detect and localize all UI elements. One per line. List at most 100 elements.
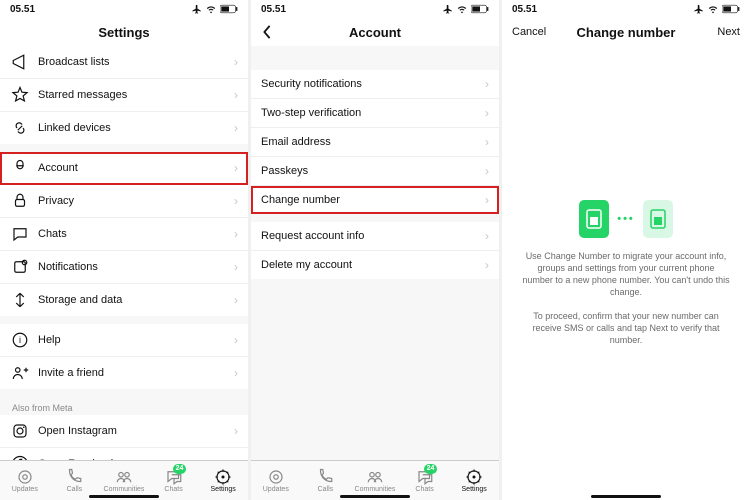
status-bar: 05.51 — [502, 0, 750, 18]
privacy-icon — [10, 192, 30, 210]
updates-tab-icon — [16, 469, 34, 485]
tab-settings[interactable]: Settings — [449, 461, 499, 500]
status-bar: 05.51 — [251, 0, 499, 18]
row-help[interactable]: i Help› — [0, 324, 248, 357]
row-requestinfo[interactable]: Request account info› — [251, 222, 499, 251]
phone-settings: 05.51 Settings Broadcast lists›Starred m… — [0, 0, 248, 500]
battery-icon — [722, 4, 740, 14]
status-time: 05.51 — [512, 4, 537, 15]
next-button[interactable]: Next — [707, 18, 750, 46]
tab-label: Communities — [355, 486, 396, 493]
row-label: Request account info — [261, 230, 485, 242]
row-instagram[interactable]: Open Instagram› — [0, 415, 248, 448]
row-twostep[interactable]: Two-step verification› — [251, 99, 499, 128]
settings-scroll[interactable]: Broadcast lists›Starred messages›Linked … — [0, 46, 248, 460]
chevron-right-icon: › — [234, 293, 238, 307]
airplane-icon — [443, 4, 453, 14]
row-label: Storage and data — [38, 294, 234, 306]
tab-label: Settings — [462, 486, 487, 493]
home-indicator — [340, 495, 410, 498]
row-changenumber[interactable]: Change number› — [251, 186, 499, 214]
communities-tab-icon — [115, 469, 133, 485]
navbar-change-number: Cancel Change number Next — [502, 18, 750, 46]
row-account[interactable]: Account› — [0, 152, 248, 185]
phone-change-number: 05.51 Cancel Change number Next ••• Use … — [502, 0, 750, 500]
help-icon: i — [10, 331, 30, 349]
settings-tab-icon — [465, 469, 483, 485]
row-label: Privacy — [38, 195, 234, 207]
svg-text:i: i — [19, 335, 21, 345]
row-label: Security notifications — [261, 78, 485, 90]
row-chats[interactable]: Chats› — [0, 218, 248, 251]
status-indicators — [694, 4, 740, 14]
account-scroll[interactable]: Security notifications›Two-step verifica… — [251, 46, 499, 460]
updates-tab-icon — [267, 469, 285, 485]
change-number-body: ••• Use Change Number to migrate your ac… — [502, 46, 750, 500]
chevron-right-icon: › — [485, 164, 489, 178]
chats-badge: 24 — [424, 464, 438, 474]
calls-tab-icon — [65, 469, 83, 485]
chevron-right-icon: › — [234, 333, 238, 347]
settings-tab-icon — [214, 469, 232, 485]
battery-icon — [471, 4, 489, 14]
row-label: Chats — [38, 228, 234, 240]
home-indicator — [591, 495, 661, 498]
row-facebook[interactable]: Open Facebook› — [0, 448, 248, 460]
linked-icon — [10, 119, 30, 137]
row-security[interactable]: Security notifications› — [251, 70, 499, 99]
chevron-right-icon: › — [485, 106, 489, 120]
dots-icon: ••• — [617, 213, 635, 225]
tab-label: Updates — [263, 486, 289, 493]
chats-badge: 24 — [173, 464, 187, 474]
row-delete[interactable]: Delete my account› — [251, 251, 499, 279]
row-privacy[interactable]: Privacy› — [0, 185, 248, 218]
chevron-right-icon: › — [485, 229, 489, 243]
tab-label: Calls — [318, 486, 334, 493]
page-title: Account — [349, 25, 401, 40]
row-label: Account — [38, 162, 234, 174]
tab-updates[interactable]: Updates — [0, 461, 50, 500]
chevron-left-icon — [261, 25, 273, 39]
status-time: 05.51 — [10, 4, 35, 15]
row-email[interactable]: Email address› — [251, 128, 499, 157]
back-button[interactable] — [251, 18, 283, 46]
invite-icon — [10, 364, 30, 382]
tab-bar: UpdatesCallsCommunitiesChats24Settings — [0, 460, 248, 500]
tab-label: Chats — [164, 486, 182, 493]
row-notifications[interactable]: Notifications› — [0, 251, 248, 284]
chevron-right-icon: › — [234, 161, 238, 175]
storage-icon — [10, 291, 30, 309]
airplane-icon — [694, 4, 704, 14]
home-indicator — [89, 495, 159, 498]
chevron-right-icon: › — [485, 258, 489, 272]
airplane-icon — [192, 4, 202, 14]
tab-settings[interactable]: Settings — [198, 461, 248, 500]
battery-icon — [220, 4, 238, 14]
row-broadcast[interactable]: Broadcast lists› — [0, 46, 248, 79]
status-indicators — [192, 4, 238, 14]
row-starred[interactable]: Starred messages› — [0, 79, 248, 112]
sim-old-icon — [579, 200, 609, 238]
navbar-settings: Settings — [0, 18, 248, 46]
chevron-right-icon: › — [234, 227, 238, 241]
meta-section-label: Also from Meta — [0, 397, 248, 415]
row-passkeys[interactable]: Passkeys› — [251, 157, 499, 186]
phone-account: 05.51 Account Security notifications›Two… — [251, 0, 499, 500]
change-number-desc-2: To proceed, confirm that your new number… — [522, 310, 730, 346]
row-label: Invite a friend — [38, 367, 234, 379]
tab-updates[interactable]: Updates — [251, 461, 301, 500]
chats-icon — [10, 225, 30, 243]
row-invite[interactable]: Invite a friend› — [0, 357, 248, 389]
row-storage[interactable]: Storage and data› — [0, 284, 248, 316]
row-label: Help — [38, 334, 234, 346]
navbar-account: Account — [251, 18, 499, 46]
chevron-right-icon: › — [234, 194, 238, 208]
tab-label: Updates — [12, 486, 38, 493]
wifi-icon — [707, 4, 719, 14]
row-linked[interactable]: Linked devices› — [0, 112, 248, 144]
row-label: Broadcast lists — [38, 56, 234, 68]
cancel-button[interactable]: Cancel — [502, 18, 556, 46]
row-label: Delete my account — [261, 259, 485, 271]
broadcast-icon — [10, 53, 30, 71]
chevron-right-icon: › — [485, 135, 489, 149]
